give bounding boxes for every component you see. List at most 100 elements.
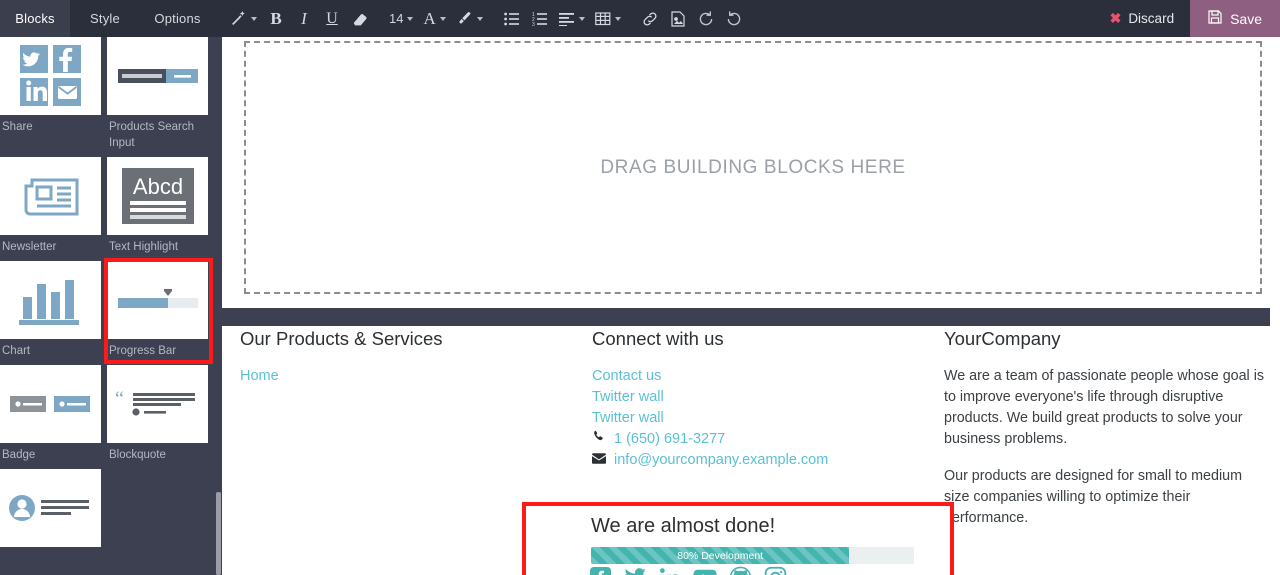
footer-email-row: info@yourcompany.example.com <box>592 450 932 471</box>
magic-wand-button[interactable] <box>225 0 262 37</box>
tab-style-label: Style <box>90 11 120 26</box>
footer-phone-link[interactable]: 1 (650) 691-3277 <box>614 429 725 450</box>
image-button[interactable] <box>664 0 692 37</box>
footer-column-products: Our Products & Services Home <box>240 326 580 387</box>
tab-options-label: Options <box>154 11 201 26</box>
ordered-list-icon: 1 2 3 <box>532 12 548 26</box>
block-thumbnail: “ <box>107 365 208 443</box>
toolbar-divider <box>215 0 225 37</box>
image-icon <box>671 10 685 27</box>
progress-bar-track[interactable]: 80% Development <box>591 547 914 564</box>
discard-button[interactable]: ✖ Discard <box>1094 0 1191 37</box>
chevron-down-icon <box>578 16 585 21</box>
highlight-color-button[interactable] <box>451 0 488 37</box>
toolbar-divider-4 <box>626 0 636 37</box>
chevron-down-icon <box>407 16 414 21</box>
tab-blocks-label: Blocks <box>15 11 55 26</box>
blocks-sidebar: Share Products Search Input Newsletter A… <box>0 37 222 575</box>
block-thumbnail <box>0 469 101 547</box>
footer-email-link[interactable]: info@yourcompany.example.com <box>614 450 828 471</box>
phone-icon <box>592 429 607 450</box>
footer-link-home[interactable]: Home <box>240 366 580 387</box>
block-label: Badge <box>2 449 36 461</box>
redo-icon <box>726 10 742 27</box>
block-label <box>0 547 103 553</box>
footer-link-twitter-wall-1[interactable]: Twitter wall <box>592 387 932 408</box>
envelope-icon <box>592 450 607 471</box>
block-item-testimonial[interactable] <box>0 469 103 553</box>
progress-bar-block[interactable]: We are almost done! 80% Development <box>522 502 954 575</box>
toolbar-format-group: B I U <box>225 0 374 37</box>
youtube-icon[interactable] <box>693 567 717 575</box>
block-item-chart[interactable]: Chart <box>0 261 103 361</box>
align-button[interactable] <box>554 0 590 37</box>
block-item-text-highlight[interactable]: Abcd Text Highlight <box>107 157 210 257</box>
font-size-value: 14 <box>389 11 404 26</box>
canvas-scrollbar[interactable] <box>1270 308 1280 326</box>
block-label: Blockquote <box>109 449 166 461</box>
redo-button[interactable] <box>720 0 748 37</box>
font-size-selector[interactable]: 14 <box>384 0 418 37</box>
table-button[interactable] <box>590 0 626 37</box>
ordered-list-button[interactable]: 1 2 3 <box>526 0 554 37</box>
unordered-list-icon <box>503 12 520 26</box>
footer-link-twitter-wall-2[interactable]: Twitter wall <box>592 408 932 429</box>
underline-button[interactable]: U <box>318 0 346 37</box>
toolbar-actions: ✖ Discard Save <box>1094 0 1280 37</box>
github-icon[interactable] <box>729 566 752 575</box>
tab-style[interactable]: Style <box>70 0 140 37</box>
blocks-grid: Share Products Search Input Newsletter A… <box>0 37 214 557</box>
chevron-down-icon <box>251 16 257 21</box>
italic-button[interactable]: I <box>290 0 318 37</box>
footer-heading: Connect with us <box>592 328 724 349</box>
toolbar-font-group: 14 A <box>384 0 488 37</box>
undo-icon <box>698 10 714 27</box>
floppy-disk-icon <box>1208 10 1222 27</box>
undo-button[interactable] <box>692 0 720 37</box>
link-button[interactable] <box>636 0 664 37</box>
bold-button[interactable]: B <box>262 0 290 37</box>
block-item-newsletter[interactable]: Newsletter <box>0 157 103 257</box>
block-label: Progress Bar <box>109 345 177 357</box>
footer-link-contact-us[interactable]: Contact us <box>592 366 932 387</box>
discard-label: Discard <box>1128 11 1175 26</box>
company-paragraph-1: We are a team of passionate people whose… <box>944 368 1265 447</box>
social-links-row <box>589 566 787 575</box>
tab-blocks[interactable]: Blocks <box>0 0 70 37</box>
footer-separator <box>222 308 1280 326</box>
twitter-icon[interactable] <box>624 566 647 575</box>
instagram-icon[interactable] <box>764 566 787 575</box>
progress-bar-fill: 80% Development <box>591 547 850 564</box>
quote-mark: “ <box>115 389 124 410</box>
sidebar-scrollbar-thumb[interactable] <box>216 492 221 575</box>
align-icon <box>558 12 575 26</box>
sidebar-scrollbar[interactable] <box>215 37 222 575</box>
progress-bar-label: 80% Development <box>677 549 764 562</box>
save-button[interactable]: Save <box>1190 0 1280 37</box>
chevron-down-icon <box>476 16 483 21</box>
eraser-icon <box>351 11 369 27</box>
footer-phone-row: 1 (650) 691-3277 <box>592 429 932 450</box>
linkedin-icon[interactable] <box>659 567 681 575</box>
block-item-progress-bar[interactable]: Progress Bar <box>104 258 213 364</box>
block-item-share[interactable]: Share <box>0 37 103 153</box>
footer-column-company: YourCompany We are a team of passionate … <box>944 326 1269 545</box>
highlight-brush-icon <box>456 11 473 27</box>
block-item-badge[interactable]: Badge <box>0 365 103 465</box>
text-color-button[interactable]: A <box>418 0 450 37</box>
block-item-blockquote[interactable]: “ Blockquote <box>107 365 210 465</box>
block-thumbnail: Abcd <box>107 157 208 235</box>
tab-options[interactable]: Options <box>140 0 215 37</box>
close-icon: ✖ <box>1109 10 1122 26</box>
block-item-products-search-input[interactable]: Products Search Input <box>107 37 210 153</box>
toolbar-list-group: 1 2 3 <box>498 0 626 37</box>
top-toolbar: Blocks Style Options B I U 14 A 1 2 3 ✖ … <box>0 0 1280 37</box>
facebook-icon[interactable] <box>589 566 612 575</box>
svg-text:3: 3 <box>532 22 535 26</box>
block-thumbnail <box>0 261 101 339</box>
eraser-button[interactable] <box>346 0 374 37</box>
unordered-list-button[interactable] <box>498 0 526 37</box>
block-label: Share <box>2 121 33 133</box>
chevron-down-icon <box>439 16 446 21</box>
drop-zone[interactable]: DRAG BUILDING BLOCKS HERE <box>244 41 1262 294</box>
